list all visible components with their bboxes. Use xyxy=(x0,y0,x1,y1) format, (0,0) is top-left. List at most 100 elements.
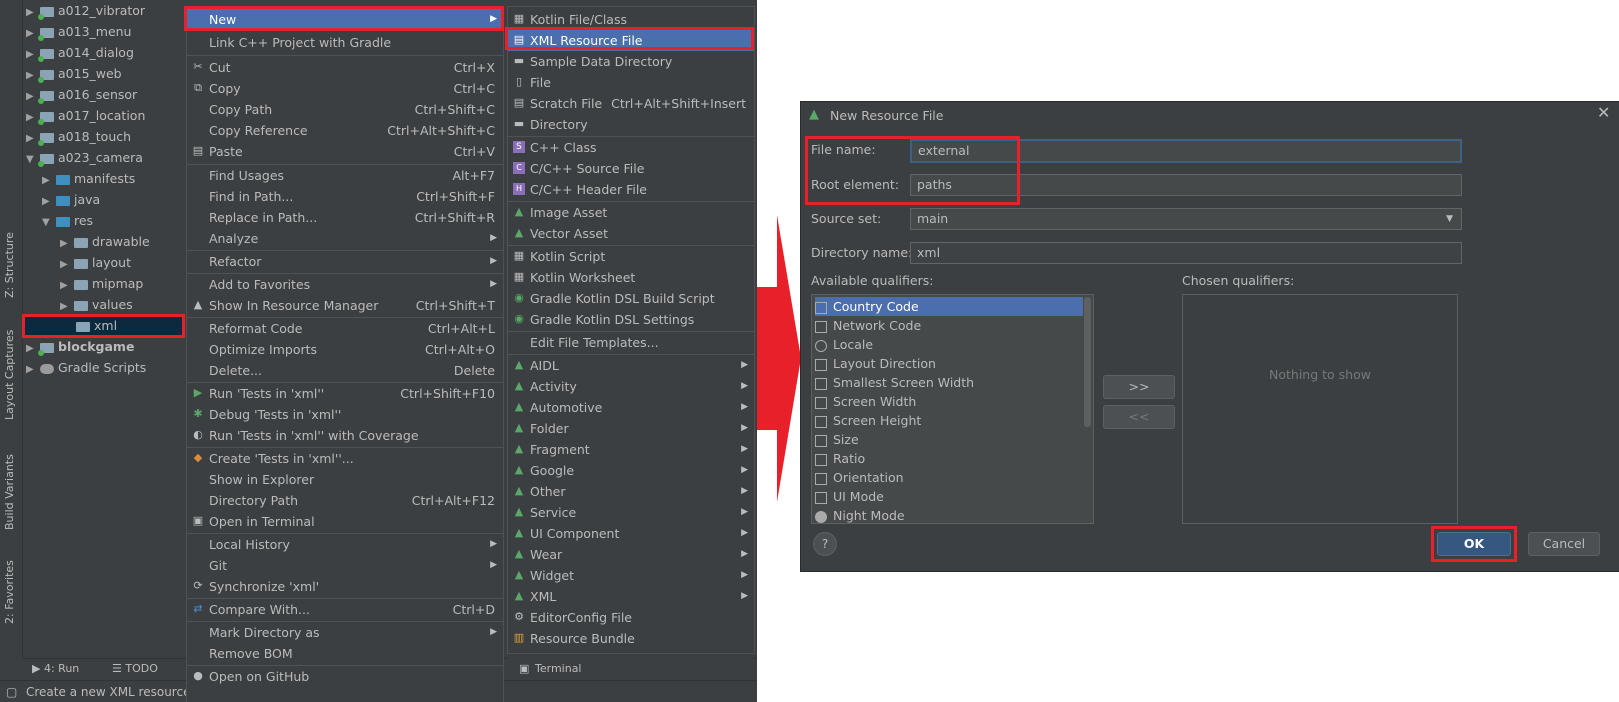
expand-arrow-icon[interactable]: ▶ xyxy=(42,170,56,191)
remove-qualifier-button[interactable]: << xyxy=(1103,405,1175,429)
menu-item-create-tests[interactable]: ◆ Create 'Tests in 'xml''... xyxy=(187,448,503,469)
new-kotlin-script[interactable]: ▦ Kotlin Script xyxy=(508,246,754,267)
new-aidl[interactable]: ▲ AIDL ▶ xyxy=(508,355,754,376)
expand-arrow-icon[interactable]: ▶ xyxy=(60,233,74,254)
menu-item-reformat-code[interactable]: Reformat Code Ctrl+Alt+L xyxy=(187,318,503,339)
tree-item[interactable]: ▼ res xyxy=(42,210,93,231)
new-scratch-file[interactable]: ▤ Scratch File Ctrl+Alt+Shift+Insert xyxy=(508,93,754,114)
menu-item-link-cpp[interactable]: Link C++ Project with Gradle xyxy=(187,32,503,53)
new-wear[interactable]: ▲ Wear ▶ xyxy=(508,544,754,565)
collapse-arrow-icon[interactable]: ▼ xyxy=(42,212,56,233)
menu-item-open-in-terminal[interactable]: ▣ Open in Terminal xyxy=(187,511,503,532)
list-item[interactable]: Night Mode xyxy=(815,506,905,525)
menu-item-directory-path[interactable]: Directory Path Ctrl+Alt+F12 xyxy=(187,490,503,511)
new-widget[interactable]: ▲ Widget ▶ xyxy=(508,565,754,586)
expand-arrow-icon[interactable]: ▶ xyxy=(26,86,40,107)
tree-item[interactable]: ▶ Gradle Scripts xyxy=(26,357,146,378)
collapse-arrow-icon[interactable]: ▼ xyxy=(26,149,40,170)
tree-item[interactable]: ▶ blockgame xyxy=(26,336,134,357)
tree-item[interactable]: ▶ values xyxy=(60,294,133,315)
source-set-select[interactable]: main ▼ xyxy=(910,208,1462,230)
menu-item-find-usages[interactable]: Find Usages Alt+F7 xyxy=(187,165,503,186)
tree-item[interactable]: ▶ mipmap xyxy=(60,273,143,294)
menu-item-paste[interactable]: ▤ Paste Ctrl+V xyxy=(187,141,503,162)
new-activity[interactable]: ▲ Activity ▶ xyxy=(508,376,754,397)
structure-tab[interactable]: Z: Structure xyxy=(3,232,16,298)
help-button[interactable]: ? xyxy=(813,532,837,556)
expand-arrow-icon[interactable]: ▶ xyxy=(60,275,74,296)
tree-item[interactable]: ▶ a013_menu xyxy=(26,21,131,42)
menu-item-open-on-github[interactable]: ● Open on GitHub xyxy=(187,666,503,687)
menu-item-git[interactable]: Git ▶ xyxy=(187,555,503,576)
list-item[interactable]: Orientation xyxy=(815,468,904,487)
expand-arrow-icon[interactable]: ▶ xyxy=(26,107,40,128)
tree-item[interactable]: ▶ layout xyxy=(60,252,131,273)
terminal-tab[interactable]: ▣ Terminal xyxy=(507,658,753,680)
new-ui-component[interactable]: ▲ UI Component ▶ xyxy=(508,523,754,544)
new-cpp-class[interactable]: S C++ Class xyxy=(508,137,754,158)
menu-item-add-to-favorites[interactable]: Add to Favorites ▶ xyxy=(187,274,503,295)
menu-item-delete[interactable]: Delete... Delete xyxy=(187,360,503,381)
menu-item-replace-in-path[interactable]: Replace in Path... Ctrl+Shift+R xyxy=(187,207,503,228)
add-qualifier-button[interactable]: >> xyxy=(1103,375,1175,399)
list-item[interactable]: UI Mode xyxy=(815,487,884,506)
expand-arrow-icon[interactable]: ▶ xyxy=(26,359,40,380)
menu-item-optimize-imports[interactable]: Optimize Imports Ctrl+Alt+O xyxy=(187,339,503,360)
new-c-header-file[interactable]: H C/C++ Header File xyxy=(508,179,754,200)
menu-item-show-in-explorer[interactable]: Show in Explorer xyxy=(187,469,503,490)
todo-tab[interactable]: ☰ TODO xyxy=(112,662,158,675)
new-automotive[interactable]: ▲ Automotive ▶ xyxy=(508,397,754,418)
list-item[interactable]: Ratio xyxy=(815,449,865,468)
tree-item[interactable]: ▶ a015_web xyxy=(26,63,122,84)
new-gradle-build-script[interactable]: ◉ Gradle Kotlin DSL Build Script xyxy=(508,288,754,309)
cancel-button[interactable]: Cancel xyxy=(1528,532,1600,556)
list-item[interactable]: Country Code xyxy=(815,297,1083,316)
menu-item-run-with-coverage[interactable]: ◐ Run 'Tests in 'xml'' with Coverage xyxy=(187,425,503,446)
menu-item-show-in-resource-manager[interactable]: ▲ Show In Resource Manager Ctrl+Shift+T xyxy=(187,295,503,316)
list-item[interactable]: Network Code xyxy=(815,316,921,335)
menu-item-copy-reference[interactable]: Copy Reference Ctrl+Alt+Shift+C xyxy=(187,120,503,141)
tree-item[interactable]: ▶ a016_sensor xyxy=(26,84,137,105)
close-icon[interactable]: ✕ xyxy=(1597,103,1610,122)
expand-arrow-icon[interactable]: ▶ xyxy=(26,65,40,86)
tree-item[interactable]: ▶ a014_dialog xyxy=(26,42,134,63)
directory-name-input[interactable]: xml xyxy=(910,242,1462,264)
new-other[interactable]: ▲ Other ▶ xyxy=(508,481,754,502)
tree-item[interactable]: ▶ a017_location xyxy=(26,105,145,126)
menu-item-compare-with[interactable]: ⇄ Compare With... Ctrl+D xyxy=(187,599,503,620)
expand-arrow-icon[interactable]: ▶ xyxy=(26,338,40,359)
tree-item[interactable]: ▶ java xyxy=(42,189,100,210)
list-item[interactable]: Layout Direction xyxy=(815,354,936,373)
new-resource-bundle[interactable]: ▥ Resource Bundle xyxy=(508,628,754,649)
new-google[interactable]: ▲ Google ▶ xyxy=(508,460,754,481)
menu-item-mark-directory-as[interactable]: Mark Directory as ▶ xyxy=(187,622,503,643)
tree-item[interactable]: ▼ a023_camera xyxy=(26,147,143,168)
new-fragment[interactable]: ▲ Fragment ▶ xyxy=(508,439,754,460)
expand-arrow-icon[interactable]: ▶ xyxy=(26,128,40,149)
list-item[interactable]: Smallest Screen Width xyxy=(815,373,974,392)
menu-item-copy[interactable]: ⧉ Copy Ctrl+C xyxy=(187,78,503,99)
tree-item[interactable]: ▶ a018_touch xyxy=(26,126,131,147)
expand-arrow-icon[interactable]: ▶ xyxy=(26,2,40,23)
new-gradle-settings[interactable]: ◉ Gradle Kotlin DSL Settings xyxy=(508,309,754,330)
menu-item-synchronize[interactable]: ⟳ Synchronize 'xml' xyxy=(187,576,503,597)
menu-item-run-tests[interactable]: ▶ Run 'Tests in 'xml'' Ctrl+Shift+F10 xyxy=(187,383,503,404)
new-service[interactable]: ▲ Service ▶ xyxy=(508,502,754,523)
menu-item-find-in-path[interactable]: Find in Path... Ctrl+Shift+F xyxy=(187,186,503,207)
run-tab[interactable]: ▶ 4: Run xyxy=(32,662,79,675)
menu-item-debug-tests[interactable]: ✱ Debug 'Tests in 'xml'' xyxy=(187,404,503,425)
available-qualifiers-list[interactable]: Country Code Network Code Locale Layout … xyxy=(811,294,1094,524)
new-editorconfig-file[interactable]: ⚙ EditorConfig File xyxy=(508,607,754,628)
list-item[interactable]: Size xyxy=(815,430,859,449)
expand-arrow-icon[interactable]: ▶ xyxy=(26,23,40,44)
expand-arrow-icon[interactable]: ▶ xyxy=(26,44,40,65)
list-item[interactable]: Locale xyxy=(815,335,873,354)
menu-item-analyze[interactable]: Analyze ▶ xyxy=(187,228,503,249)
new-file[interactable]: ▯ File xyxy=(508,72,754,93)
new-directory[interactable]: ▬ Directory xyxy=(508,114,754,135)
menu-item-remove-bom[interactable]: Remove BOM xyxy=(187,643,503,664)
menu-item-local-history[interactable]: Local History ▶ xyxy=(187,534,503,555)
layout-captures-tab[interactable]: Layout Captures xyxy=(3,330,16,420)
new-kotlin-worksheet[interactable]: ▦ Kotlin Worksheet xyxy=(508,267,754,288)
tree-item[interactable]: ▶ a012_vibrator xyxy=(26,0,145,21)
